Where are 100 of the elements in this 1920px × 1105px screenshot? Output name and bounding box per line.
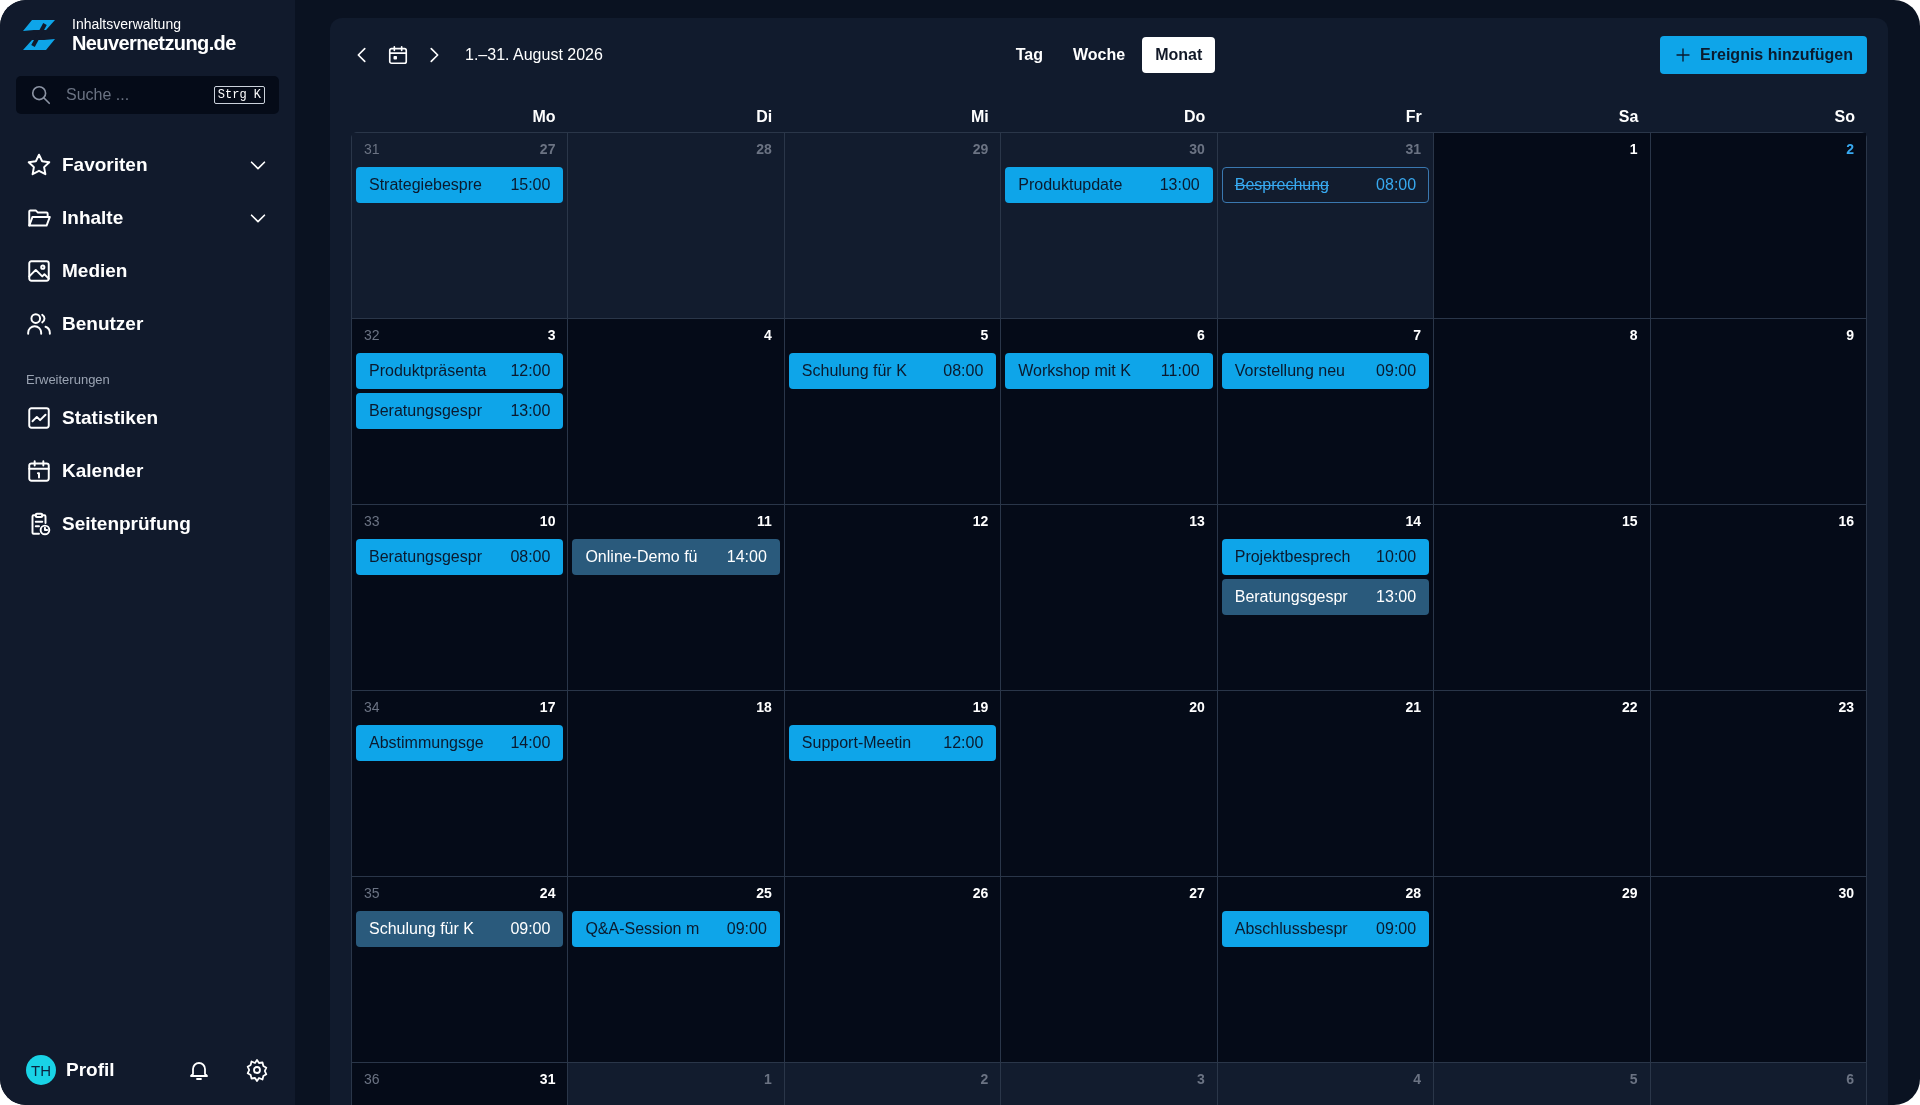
day-cell[interactable]: 2: [784, 1063, 1001, 1105]
section-label: Erweiterungen: [26, 372, 111, 387]
nav-item[interactable]: Favoriten: [16, 138, 279, 191]
day-cell[interactable]: 1: [1434, 133, 1650, 318]
event-chip[interactable]: Vorstellung neu 09:00: [1221, 353, 1430, 389]
day-number: 18: [756, 699, 772, 715]
event-chip[interactable]: Q&A-Session m 09:00: [572, 911, 780, 947]
event-chip[interactable]: Beratungsgespr 08:00: [356, 539, 564, 575]
day-number: 31: [539, 1071, 556, 1087]
day-cell[interactable]: 15: [1434, 505, 1650, 690]
day-number: 19: [972, 699, 989, 715]
calendar-icon[interactable]: [387, 44, 409, 66]
day-cell[interactable]: 27: [1001, 877, 1217, 1062]
nav-item[interactable]: Kalender: [16, 444, 279, 497]
event-chip[interactable]: Workshop mit K 11:00: [1005, 353, 1213, 389]
day-number: 30: [1838, 885, 1854, 901]
day-number: 17: [539, 699, 556, 715]
day-cell[interactable]: 6: [1650, 1063, 1866, 1105]
day-cell[interactable]: 18: [568, 691, 784, 876]
day-cell[interactable]: 16: [1650, 505, 1866, 690]
profile-link[interactable]: Profil: [66, 1059, 151, 1081]
week-number: 32: [364, 327, 380, 343]
event-chip[interactable]: Schulung für K 09:00: [356, 911, 564, 947]
logo-icon: [20, 17, 58, 53]
day-cell[interactable]: 12: [784, 505, 1001, 690]
day-cell[interactable]: 20: [1001, 691, 1217, 876]
image-icon: [26, 257, 52, 284]
day-cell[interactable]: 2: [1650, 133, 1866, 318]
day-cell[interactable]: 32 3 Produktpräsenta 12:00 Beratungsgespr 13:00: [352, 319, 568, 504]
event-chip[interactable]: Support-Meetin 12:00: [788, 725, 997, 761]
day-number: 30: [1189, 141, 1205, 157]
nav-item[interactable]: Medien: [16, 244, 279, 297]
day-number: 23: [1838, 699, 1854, 715]
event-chip[interactable]: Produktupdate 13:00: [1005, 167, 1213, 203]
day-number: 1: [1629, 141, 1638, 157]
nav-item[interactable]: Seitenprüfung: [16, 497, 279, 550]
event-chip[interactable]: Produktpräsenta 12:00: [356, 353, 564, 389]
day-cell[interactable]: 30 Produktupdate 13:00: [1001, 133, 1217, 318]
day-cell[interactable]: 30: [1650, 877, 1866, 1062]
day-cell[interactable]: 35 24 Schulung für K 09:00: [352, 877, 568, 1062]
day-number: 11: [757, 513, 772, 529]
day-cell[interactable]: 22: [1434, 691, 1650, 876]
search-field[interactable]: Suche ... Strg K: [16, 76, 279, 114]
day-cell[interactable]: 31 Besprechung 08:00: [1217, 133, 1434, 318]
day-cell[interactable]: 29: [784, 133, 1001, 318]
day-number: 21: [1405, 699, 1422, 715]
day-cell[interactable]: 34 17 Abstimmungsge 14:00: [352, 691, 568, 876]
search-field[interactable]: Suche ...: [64, 85, 202, 105]
event-chip[interactable]: Abschlussbespr 09:00: [1221, 911, 1430, 947]
day-cell[interactable]: 36 31: [352, 1063, 568, 1105]
day-cell[interactable]: 11 Online-Demo fü 14:00: [568, 505, 784, 690]
day-cell[interactable]: 4: [568, 319, 784, 504]
day-cell[interactable]: 8: [1434, 319, 1650, 504]
day-number: 14: [1405, 513, 1422, 529]
day-number: 27: [1189, 885, 1205, 901]
event-chip[interactable]: Schulung für K 08:00: [788, 353, 997, 389]
weekday-label: Do: [1183, 108, 1206, 126]
event-chip[interactable]: Abstimmungsge 14:00: [356, 725, 564, 761]
date-range: 1.–31. August 2026: [465, 46, 603, 64]
day-cell[interactable]: 28: [568, 133, 784, 318]
day-cell[interactable]: 19 Support-Meetin 12:00: [784, 691, 1001, 876]
day-cell[interactable]: 6 Workshop mit K 11:00: [1001, 319, 1217, 504]
day-cell[interactable]: 29: [1434, 877, 1650, 1062]
weekday-label: Di: [756, 108, 773, 126]
view-tab[interactable]: Woche: [1060, 37, 1139, 73]
day-cell[interactable]: 25 Q&A-Session m 09:00: [568, 877, 784, 1062]
day-cell[interactable]: 3: [1001, 1063, 1217, 1105]
day-cell[interactable]: 23: [1650, 691, 1866, 876]
event-chip[interactable]: Beratungsgespr 13:00: [356, 393, 564, 429]
view-tab[interactable]: Tag: [1002, 37, 1056, 73]
day-cell[interactable]: 5: [1434, 1063, 1650, 1105]
day-cell[interactable]: 26: [784, 877, 1001, 1062]
nav-item[interactable]: Statistiken: [16, 391, 279, 444]
day-cell[interactable]: 33 10 Beratungsgespr 08:00: [352, 505, 568, 690]
brand-name: Neuvernetzung.de: [72, 32, 236, 54]
day-cell[interactable]: 1: [568, 1063, 784, 1105]
day-cell[interactable]: 31 27 Strategiebespre 15:00: [352, 133, 568, 318]
chart-icon: [26, 404, 52, 431]
day-cell[interactable]: 21: [1217, 691, 1434, 876]
event-chip[interactable]: Strategiebespre 15:00: [356, 167, 564, 203]
day-number: 5: [1629, 1071, 1638, 1087]
day-cell[interactable]: 28 Abschlussbespr 09:00: [1217, 877, 1434, 1062]
day-cell[interactable]: 13: [1001, 505, 1217, 690]
avatar[interactable]: TH: [26, 1055, 56, 1085]
day-cell[interactable]: 14 Projektbesprech 10:00 Beratungsgespr 13:00: [1217, 505, 1434, 690]
view-tab[interactable]: Monat: [1142, 37, 1216, 73]
event-chip[interactable]: Online-Demo fü 14:00: [572, 539, 780, 575]
day-cell[interactable]: 9: [1650, 319, 1866, 504]
nav-item[interactable]: Inhalte: [16, 191, 279, 244]
add-event-button[interactable]: Ereignis hinzufügen: [1660, 36, 1867, 74]
day-cell[interactable]: 4: [1217, 1063, 1434, 1105]
event-chip[interactable]: Besprechung 08:00: [1221, 167, 1430, 203]
brand-subtitle: Inhaltsverwaltung: [72, 16, 182, 32]
event-chip[interactable]: Beratungsgespr 13:00: [1221, 579, 1430, 615]
day-cell[interactable]: 5 Schulung für K 08:00: [784, 319, 1001, 504]
day-cell[interactable]: 7 Vorstellung neu 09:00: [1217, 319, 1434, 504]
day-number: 15: [1622, 513, 1638, 529]
settings-icon[interactable]: [245, 1058, 269, 1082]
event-chip[interactable]: Projektbesprech 10:00: [1221, 539, 1430, 575]
nav-item[interactable]: Benutzer: [16, 297, 279, 350]
